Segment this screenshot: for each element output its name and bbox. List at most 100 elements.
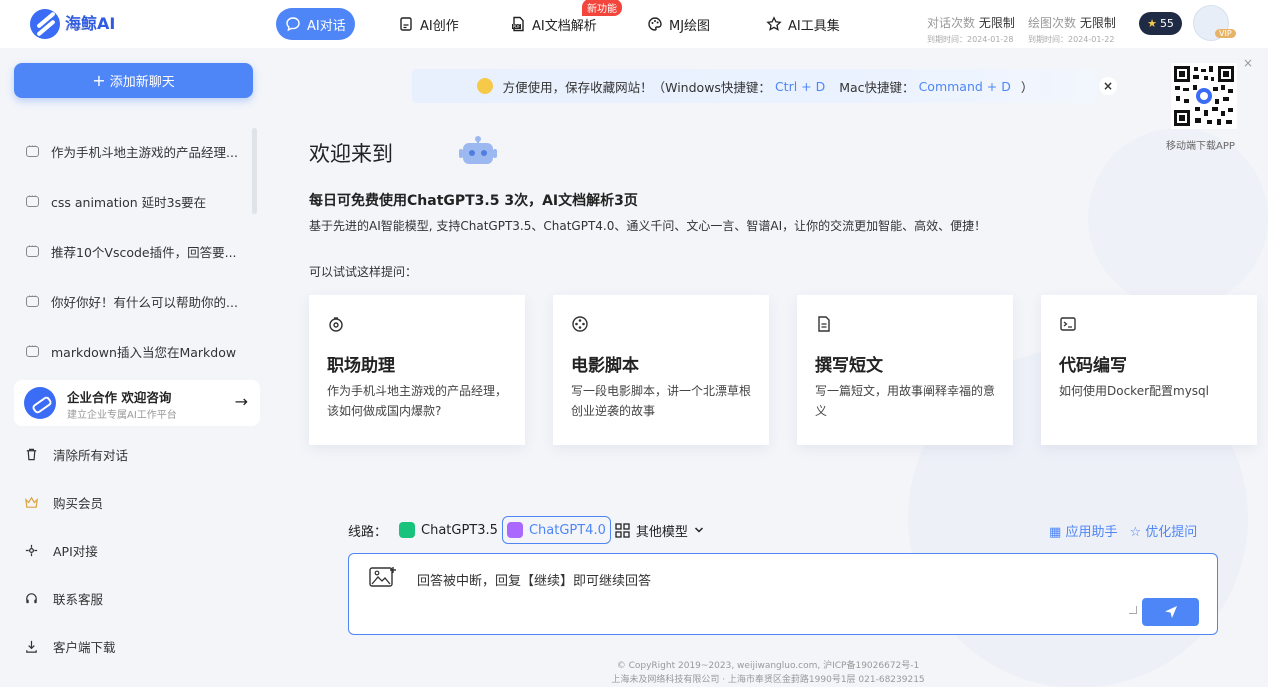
nav-ai-chat[interactable]: AI对话 (276, 8, 355, 40)
document-icon (400, 17, 412, 31)
product-description: 基于先进的AI智能模型, 支持ChatGPT3.5、ChatGPT4.0、通义千… (309, 219, 987, 233)
close-notice-button[interactable]: × (1099, 77, 1117, 95)
smile-emoji-icon (476, 78, 493, 94)
welcome-title: 欢迎来到 (309, 142, 393, 166)
vip-badge: VIP (1215, 29, 1236, 38)
brand-sub: ETALK (66, 26, 87, 32)
image-upload-icon[interactable] (369, 566, 397, 588)
optimize-label: 优化提问 (1145, 525, 1198, 540)
model-label: ChatGPT4.0 (528, 522, 606, 538)
star-points[interactable]: ★ 55 (1139, 12, 1182, 35)
menu-label: 购买会员 (53, 495, 104, 511)
draw-quota-value: 无限制 (1079, 16, 1116, 30)
contact-support-button[interactable]: 联系客服 (24, 574, 128, 622)
app-helper-link[interactable]: ▦ 应用助手 (1049, 521, 1117, 540)
main-content: 方便使用，保存收藏网站！（Windows快捷键： Ctrl + D Mac快捷键… (268, 48, 1268, 687)
chat-quota-expire: 到期时间：2024-01-28 (927, 35, 1014, 44)
close-qr-button[interactable]: × (1243, 56, 1253, 70)
route-label: 线路： (348, 524, 388, 540)
chat-bubble-icon (26, 142, 39, 157)
grid-icon (615, 522, 630, 538)
history-item[interactable]: markdown插入当您在Markdow (14, 326, 259, 376)
card-title: 撰写短文 (815, 356, 883, 376)
composer-links: ▦ 应用助手 ☆ 优化提问 (1049, 521, 1197, 540)
draw-quota: 绘图次数 无限制 (1028, 14, 1116, 31)
robot-icon (459, 136, 497, 164)
chevron-down-icon (694, 527, 703, 533)
menu-label: API对接 (53, 543, 98, 559)
other-models-dropdown[interactable]: 其他模型 (611, 516, 708, 544)
apps-grid-icon: ▦ (1049, 525, 1062, 540)
enterprise-contact-card[interactable]: 企业合作 欢迎咨询 建立企业专属AI工作平台 → (14, 380, 260, 426)
resize-handle[interactable] (1129, 606, 1137, 614)
card-desc: 写一篇短文，用故事阐释幸福的意义 (815, 384, 996, 418)
model-chatgpt35[interactable]: ChatGPT3.5 (395, 516, 502, 544)
notice-text: Mac快捷键： (839, 79, 915, 95)
history-item[interactable]: css animation 延时3s要在 (14, 176, 259, 226)
prompt-card-film[interactable]: 电影脚本 写一段电影脚本，讲一个北漂草根创业逆袭的故事 (553, 295, 769, 445)
chat-bubble-icon (26, 192, 39, 207)
model-label: 其他模型 (635, 524, 688, 540)
palette-icon (648, 17, 662, 31)
free-usage-info: 每日可免费使用ChatGPT3.5 3次，AI文档解析3页 (309, 193, 638, 209)
terminal-icon (1060, 317, 1076, 331)
bookmark-notice: 方便使用，保存收藏网站！（Windows快捷键： Ctrl + D Mac快捷键… (412, 69, 1098, 103)
pdf-icon: PDF (512, 16, 524, 32)
optimize-prompt-link[interactable]: ☆ 优化提问 (1129, 521, 1197, 540)
new-chat-button[interactable]: + 添加新聊天 (14, 63, 253, 98)
openai-icon (399, 522, 416, 538)
model-route-selector: 线路： ChatGPT3.5 ChatGPT4.0 其他模型 (348, 516, 708, 544)
history-item[interactable]: 作为手机斗地主游戏的产品经理... (14, 126, 259, 176)
trash-icon (26, 448, 37, 460)
qr-label: 移动端下载APP (1166, 141, 1235, 152)
history-item[interactable]: 推荐10个Vscode插件，回答要... (14, 226, 259, 276)
notice-text: 方便使用，保存收藏网站！（Windows快捷键： (502, 79, 771, 95)
card-title: 职场助理 (327, 356, 395, 376)
nav-label: AI创作 (420, 18, 459, 34)
nav-mj-draw[interactable]: MJ绘图 (647, 8, 710, 40)
film-icon (572, 316, 588, 332)
nav-label: AI文档解析 (532, 18, 597, 34)
client-download-button[interactable]: 客户端下载 (24, 622, 128, 670)
svg-text:PDF: PDF (513, 24, 521, 29)
buy-membership-button[interactable]: 购买会员 (24, 478, 128, 526)
prompt-card-code[interactable]: 代码编写 如何使用Docker配置mysql (1041, 295, 1257, 445)
logo[interactable]: 海鲸AI (30, 8, 115, 40)
footer-address: 上海未及网络科技有限公司 · 上海市奉贤区金葑路1990号1层 021-6823… (611, 675, 925, 685)
star-count: 55 (1159, 17, 1174, 30)
assistant-icon (329, 317, 343, 332)
chat-quota-value: 无限制 (978, 16, 1015, 30)
chat-bubble-icon (26, 292, 39, 307)
star-outline-icon: ☆ (1129, 525, 1142, 540)
chat-quota: 对话次数 无限制 (927, 14, 1015, 31)
nav-ai-tools[interactable]: AI工具集 (766, 8, 840, 40)
new-feature-badge: 新功能 (582, 0, 622, 16)
menu-label: 联系客服 (53, 591, 104, 607)
star-icon: ★ (1147, 17, 1157, 30)
send-button[interactable] (1142, 598, 1199, 626)
menu-label: 清除所有对话 (53, 447, 129, 463)
nav-ai-create[interactable]: AI创作 (398, 8, 459, 40)
footer-copyright: © CopyRight 2019~2023, weijiwangluo.com,… (616, 661, 920, 671)
download-icon (26, 640, 37, 653)
windows-shortcut: Ctrl + D (774, 78, 826, 94)
chat-bubble-icon (26, 342, 39, 357)
history-item[interactable]: 你好你好！有什么可以帮助你的... (14, 276, 259, 326)
menu-label: 客户端下载 (53, 639, 116, 655)
model-label: ChatGPT3.5 (421, 522, 498, 538)
history-scrollbar[interactable] (252, 128, 257, 214)
logo-icon (30, 9, 60, 39)
prompt-card-essay[interactable]: 撰写短文 写一篇短文，用故事阐释幸福的意义 (797, 295, 1013, 445)
clear-chats-button[interactable]: 清除所有对话 (24, 430, 128, 478)
prompt-card-workplace[interactable]: 职场助理 作为手机斗地主游戏的产品经理，该如何做成国内爆款? (309, 295, 525, 445)
message-input[interactable]: 回答被中断，回复【继续】即可继续回答 (417, 570, 651, 589)
new-chat-label: 添加新聊天 (109, 75, 175, 90)
mac-shortcut: Command + D (918, 78, 1011, 94)
star-icon (766, 16, 782, 31)
sidebar: + 添加新聊天 作为手机斗地主游戏的产品经理... css animation … (0, 48, 268, 687)
model-chatgpt40[interactable]: ChatGPT4.0 (501, 516, 611, 544)
api-button[interactable]: API对接 (24, 526, 128, 574)
card-desc: 如何使用Docker配置mysql (1059, 384, 1210, 398)
history-title: css animation 延时3s要在 (51, 194, 207, 210)
message-composer[interactable]: 回答被中断，回复【继续】即可继续回答 (348, 553, 1218, 635)
